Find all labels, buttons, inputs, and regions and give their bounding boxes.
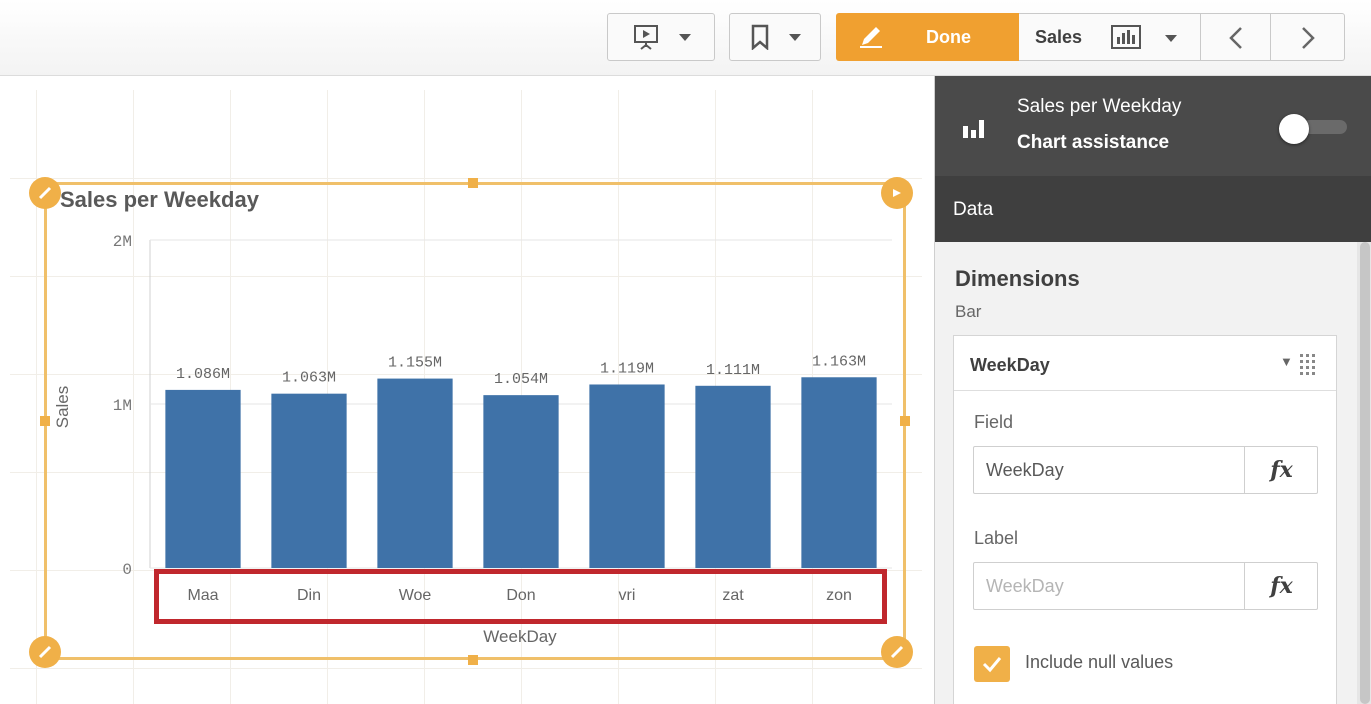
sheet-label: Sales [1035, 27, 1083, 47]
tab-data-label: Data [953, 199, 994, 220]
axis-labels-highlight [154, 569, 887, 624]
chevron-right-icon [1302, 27, 1315, 49]
sheet-selector-button[interactable]: Sales [1019, 13, 1201, 61]
next-sheet-button[interactable] [1271, 13, 1345, 61]
dimensions-subheading: Bar [955, 302, 982, 321]
bar [801, 377, 877, 568]
label-expression-button[interactable]: fx [1244, 563, 1318, 609]
y-tick-label: 1M [113, 397, 132, 415]
bar-chart-icon [963, 120, 984, 138]
chart-assistance-label: Chart assistance [1017, 132, 1170, 153]
dimension-card: WeekDay ▼ Field fx Label fx [953, 335, 1337, 704]
fx-icon: fx [1270, 573, 1293, 599]
fx-icon: fx [1270, 457, 1293, 483]
scrollbar-thumb[interactable] [1360, 242, 1370, 704]
field-input[interactable] [974, 447, 1244, 493]
bar [483, 395, 559, 568]
y-tick-label: 2M [113, 233, 132, 251]
y-axis-title: Sales [53, 386, 72, 429]
field-label: Field [974, 412, 1014, 432]
include-null-checkbox[interactable] [974, 646, 1010, 682]
checkmark-icon [982, 657, 1002, 673]
bar [377, 378, 453, 568]
label-input-group: fx [973, 562, 1318, 610]
label-label: Label [974, 528, 1019, 548]
bar-value-label: 1.111M [706, 362, 760, 379]
drag-handle-icon[interactable] [1298, 352, 1318, 376]
bar [165, 389, 241, 568]
chevron-down-icon [1165, 35, 1177, 42]
bar [271, 393, 347, 568]
bar-value-label: 1.086M [176, 366, 230, 383]
toggle-track [1303, 120, 1347, 134]
bar-value-label: 1.063M [282, 370, 336, 387]
chevron-left-icon [1229, 27, 1242, 49]
sheet-thumbnail-icon [1111, 25, 1141, 49]
dimension-card-header[interactable]: WeekDay ▼ [954, 336, 1336, 391]
bar [695, 385, 771, 568]
bar [589, 384, 665, 568]
include-null-label: Include null values [1025, 652, 1174, 672]
panel-header: Sales per Weekday Chart assistance [935, 76, 1371, 176]
properties-panel: Sales per Weekday Chart assistance Data … [934, 76, 1371, 704]
panel-chart-name: Sales per Weekday [1017, 96, 1182, 117]
previous-sheet-button[interactable] [1201, 13, 1271, 61]
bar-value-label: 1.163M [812, 353, 866, 370]
field-input-group: fx [973, 446, 1318, 494]
bar-value-label: 1.054M [494, 371, 548, 388]
field-expression-button[interactable]: fx [1244, 447, 1318, 493]
bar-value-label: 1.119M [600, 360, 654, 377]
toggle-knob [1279, 114, 1309, 144]
bar-value-label: 1.155M [388, 355, 442, 372]
dimensions-heading: Dimensions [955, 266, 1080, 291]
dimension-name: WeekDay [970, 355, 1050, 375]
x-axis-title: WeekDay [483, 627, 557, 646]
y-tick-label: 0 [122, 561, 132, 579]
panel-scrollbar[interactable] [1357, 242, 1371, 704]
tab-data[interactable]: Data [935, 176, 1371, 242]
chevron-down-icon[interactable]: ▼ [1280, 354, 1293, 369]
chart-assistance-toggle[interactable] [1279, 114, 1347, 144]
label-input[interactable] [974, 563, 1244, 609]
